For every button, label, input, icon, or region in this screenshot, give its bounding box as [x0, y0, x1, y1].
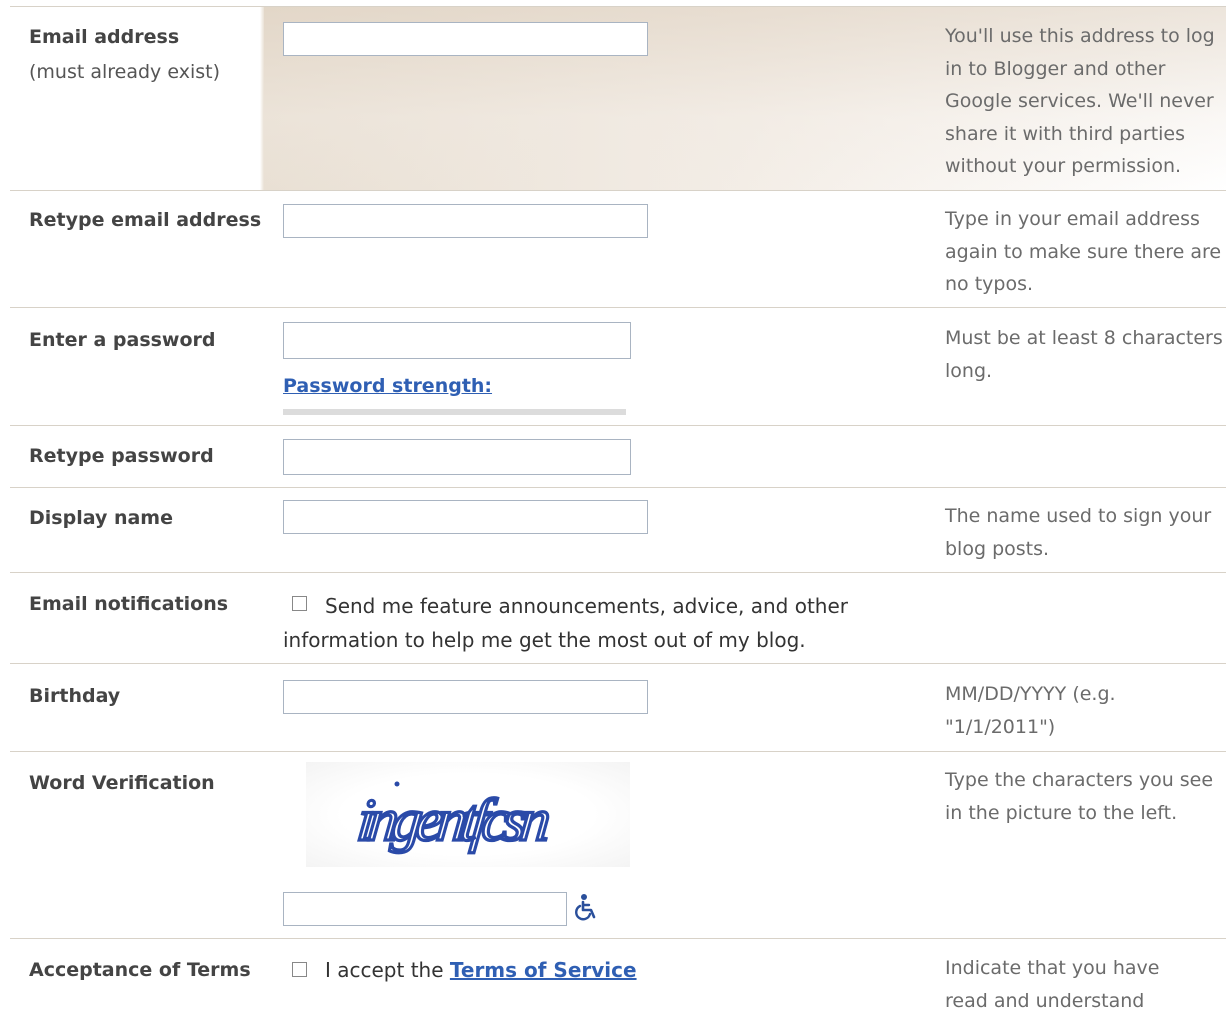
row-email-notifications: Email notifications Send me feature anno…: [10, 573, 1226, 664]
row-retype-email: Retype email address Type in your email …: [10, 190, 1226, 308]
captcha-graphic: ingentfcsn: [353, 781, 553, 856]
row-birthday: Birthday MM/DD/YYYY (e.g. "1/1/2011"): [10, 664, 1226, 752]
email-address-sublabel: (must already exist): [29, 61, 220, 83]
terms-text: I accept the Terms of Service: [325, 953, 637, 987]
terms-of-service-link[interactable]: Terms of Service: [450, 958, 637, 982]
acceptance-of-terms-label: Acceptance of Terms: [29, 959, 251, 981]
enter-password-label: Enter a password: [29, 329, 216, 351]
captcha-dot: [394, 781, 400, 787]
word-verification-input[interactable]: [283, 892, 567, 926]
signup-form: Email address (must already exist) You'l…: [0, 0, 1226, 1020]
notifications-text: Send me feature announcements, advice, a…: [283, 594, 848, 652]
row-display-name: Display name The name used to sign your …: [10, 488, 1226, 573]
captcha-image: ingentfcsn: [306, 762, 630, 867]
terms-text-prefix: I accept the: [325, 958, 444, 982]
birthday-help: MM/DD/YYYY (e.g. "1/1/2011"): [945, 683, 1116, 738]
retype-email-label: Retype email address: [29, 209, 262, 231]
email-address-input[interactable]: [283, 22, 648, 56]
email-address-help: You'll use this address to log in to Blo…: [945, 25, 1215, 177]
retype-email-input[interactable]: [283, 204, 648, 238]
row-email-address: Email address (must already exist) You'l…: [10, 6, 1226, 191]
retype-password-label: Retype password: [29, 445, 214, 467]
row-word-verification: Word Verification ingentfcsn Type the ch…: [10, 752, 1226, 939]
password-strength-link[interactable]: Password strength:: [283, 375, 492, 397]
enter-password-help: Must be at least 8 characters long.: [945, 327, 1223, 382]
retype-password-input[interactable]: [283, 439, 631, 475]
display-name-input[interactable]: [283, 500, 648, 534]
password-input[interactable]: [283, 322, 631, 359]
birthday-label: Birthday: [29, 685, 121, 707]
word-verification-help: Type the characters you see in the pictu…: [945, 769, 1214, 824]
display-name-help: The name used to sign your blog posts.: [945, 505, 1212, 560]
terms-checkbox[interactable]: [292, 962, 307, 977]
row-acceptance-of-terms: Acceptance of Terms I accept the Terms o…: [10, 939, 1226, 1020]
display-name-label: Display name: [29, 507, 173, 529]
retype-email-help: Type in your email address again to make…: [945, 208, 1222, 295]
row-retype-password: Retype password: [10, 426, 1226, 488]
email-notifications-label: Email notifications: [29, 593, 229, 615]
password-strength-bar: [283, 409, 626, 415]
captcha-text: ingentfcsn: [354, 787, 552, 854]
row-enter-password: Enter a password Password strength: Must…: [10, 308, 1226, 426]
word-verification-label: Word Verification: [29, 772, 215, 794]
acceptance-of-terms-help: Indicate that you have read and understa…: [945, 957, 1160, 1012]
email-address-label: Email address: [29, 26, 180, 48]
birthday-input[interactable]: [283, 680, 648, 714]
wheelchair-icon[interactable]: [573, 893, 599, 921]
